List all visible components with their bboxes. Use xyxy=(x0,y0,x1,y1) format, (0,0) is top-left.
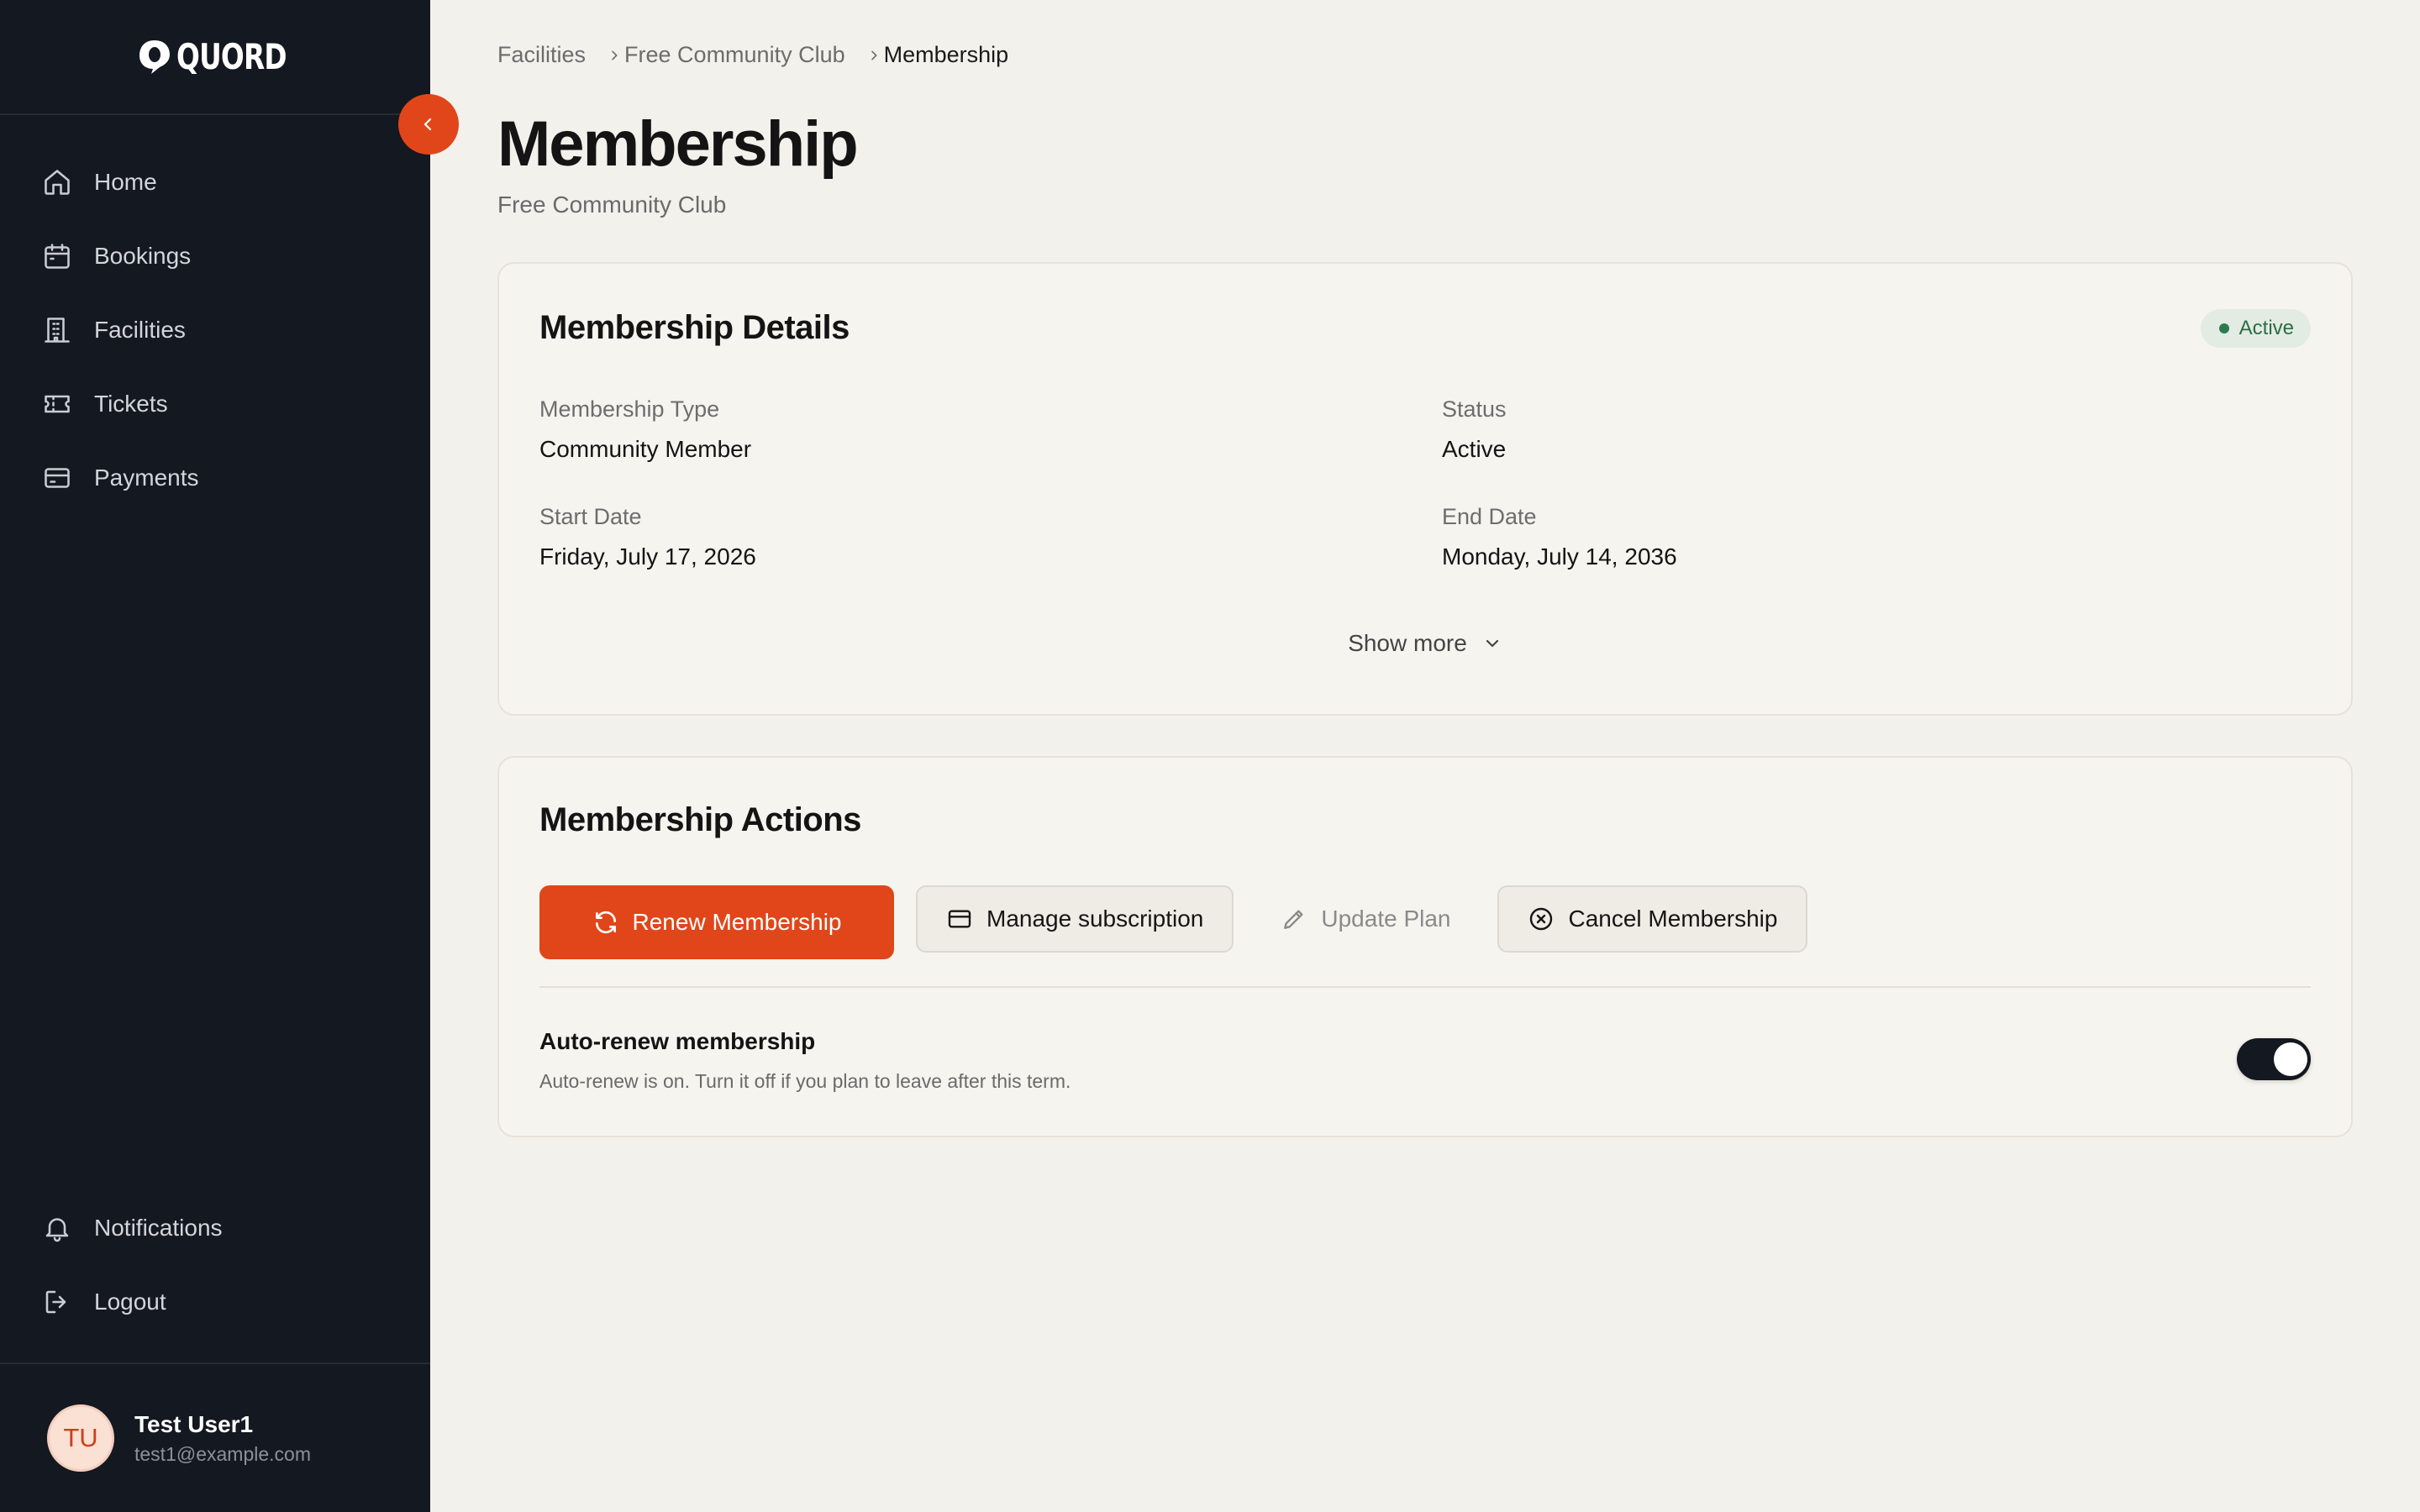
cancel-membership-label: Cancel Membership xyxy=(1568,906,1778,932)
logo-area: QUORD xyxy=(0,0,430,115)
field-membership-type: Membership Type Community Member xyxy=(539,396,751,463)
sidebar-item-label: Logout xyxy=(94,1289,166,1315)
field-label: Membership Type xyxy=(539,396,720,422)
breadcrumb: Facilities Free Community Club Membershi… xyxy=(497,42,1008,68)
user-name: Test User1 xyxy=(134,1410,254,1437)
auto-renew-toggle[interactable] xyxy=(2237,1038,2311,1080)
sidebar-item-label: Bookings xyxy=(94,243,192,269)
breadcrumb-item-current: Membership xyxy=(883,42,1009,67)
user-info: Test User1 test1@example.com xyxy=(134,1411,311,1466)
sidebar-item-payments[interactable]: Payments xyxy=(0,441,430,515)
chevron-right-icon xyxy=(608,49,621,62)
chevron-left-icon xyxy=(424,118,432,131)
auto-renew-description: Auto-renew is on. Turn it off if you pla… xyxy=(539,1070,1071,1092)
chevron-right-icon xyxy=(867,49,881,62)
ticket-icon xyxy=(45,395,70,413)
field-label: Status xyxy=(1442,396,1507,422)
page-subtitle: Free Community Club xyxy=(497,192,727,218)
update-plan-label: Update Plan xyxy=(1321,906,1451,932)
circle-x-icon xyxy=(1530,907,1553,931)
divider xyxy=(539,986,2311,988)
sidebar-nav: Home Bookings Facilities Tickets Payment… xyxy=(0,115,430,515)
field-end-date: End Date Monday, July 14, 2036 xyxy=(1442,504,1677,570)
user-email: test1@example.com xyxy=(134,1442,311,1465)
sidebar-item-logout[interactable]: Logout xyxy=(0,1265,430,1339)
field-label: End Date xyxy=(1442,504,1537,529)
home-icon xyxy=(45,170,70,195)
sidebar-item-facilities[interactable]: Facilities xyxy=(0,293,430,367)
sidebar-item-tickets[interactable]: Tickets xyxy=(0,367,430,441)
auto-renew-title: Auto-renew membership xyxy=(539,1028,816,1054)
avatar: TU xyxy=(47,1404,114,1472)
building-icon xyxy=(45,318,70,343)
user-profile[interactable]: TU Test User1 test1@example.com xyxy=(0,1362,430,1512)
field-value: Active xyxy=(1442,436,1507,462)
logo-text: QUORD xyxy=(176,36,287,77)
refresh-icon xyxy=(595,911,616,934)
membership-actions-card: Membership Actions Renew Membership Mana… xyxy=(497,756,2353,1137)
sidebar-item-bookings[interactable]: Bookings xyxy=(0,219,430,293)
manage-subscription-label: Manage subscription xyxy=(986,906,1204,932)
credit-card-icon xyxy=(948,910,971,928)
status-badge: Active xyxy=(2200,309,2311,348)
sidebar-item-label: Payments xyxy=(94,465,199,491)
field-start-date: Start Date Friday, July 17, 2026 xyxy=(539,504,756,570)
logout-icon xyxy=(45,1290,66,1314)
logo-mark-icon xyxy=(139,39,171,74)
breadcrumb-item-facilities[interactable]: Facilities xyxy=(497,42,586,68)
status-badge-label: Active xyxy=(2238,317,2294,339)
chevron-down-icon xyxy=(1486,639,1498,648)
sidebar-item-label: Home xyxy=(94,169,157,195)
calendar-icon xyxy=(45,244,70,269)
renew-membership-label: Renew Membership xyxy=(632,909,842,935)
bell-icon xyxy=(45,1218,69,1242)
sidebar-item-label: Facilities xyxy=(94,317,186,343)
field-status: Status Active xyxy=(1442,396,1507,463)
logo[interactable]: QUORD xyxy=(138,36,292,77)
renew-membership-button[interactable]: Renew Membership xyxy=(539,885,894,959)
sidebar-item-home[interactable]: Home xyxy=(0,145,430,219)
sidebar: QUORD Home Bookings Facilities Tickets P… xyxy=(0,0,430,1512)
card-title: Membership Actions xyxy=(539,801,861,838)
cancel-membership-button[interactable]: Cancel Membership xyxy=(1497,885,1808,953)
field-value: Friday, July 17, 2026 xyxy=(539,543,756,570)
pencil-icon xyxy=(1284,910,1303,929)
toggle-knob xyxy=(2274,1042,2307,1076)
actions-row: Renew Membership Manage subscription Upd… xyxy=(539,879,1808,959)
status-dot-icon xyxy=(2218,323,2229,333)
update-plan-button[interactable]: Update Plan xyxy=(1255,885,1476,953)
sidebar-item-notifications[interactable]: Notifications xyxy=(0,1191,430,1265)
show-more-label: Show more xyxy=(1348,630,1467,656)
credit-card-icon xyxy=(45,468,70,488)
breadcrumb-item-club[interactable]: Free Community Club xyxy=(624,42,845,68)
field-label: Start Date xyxy=(539,504,642,529)
field-value: Community Member xyxy=(539,436,752,462)
manage-subscription-button[interactable]: Manage subscription xyxy=(916,885,1234,953)
show-more-button[interactable]: Show more xyxy=(499,630,2351,657)
collapse-sidebar-button[interactable] xyxy=(398,94,459,155)
field-value: Monday, July 14, 2036 xyxy=(1442,543,1677,570)
page-title: Membership xyxy=(497,108,859,180)
sidebar-item-label: Tickets xyxy=(94,391,168,417)
sidebar-item-label: Notifications xyxy=(94,1215,223,1241)
sidebar-bottom-nav: Notifications Logout xyxy=(0,1191,430,1339)
membership-details-card: Membership Details Active Membership Typ… xyxy=(497,262,2353,716)
card-title: Membership Details xyxy=(539,309,850,346)
